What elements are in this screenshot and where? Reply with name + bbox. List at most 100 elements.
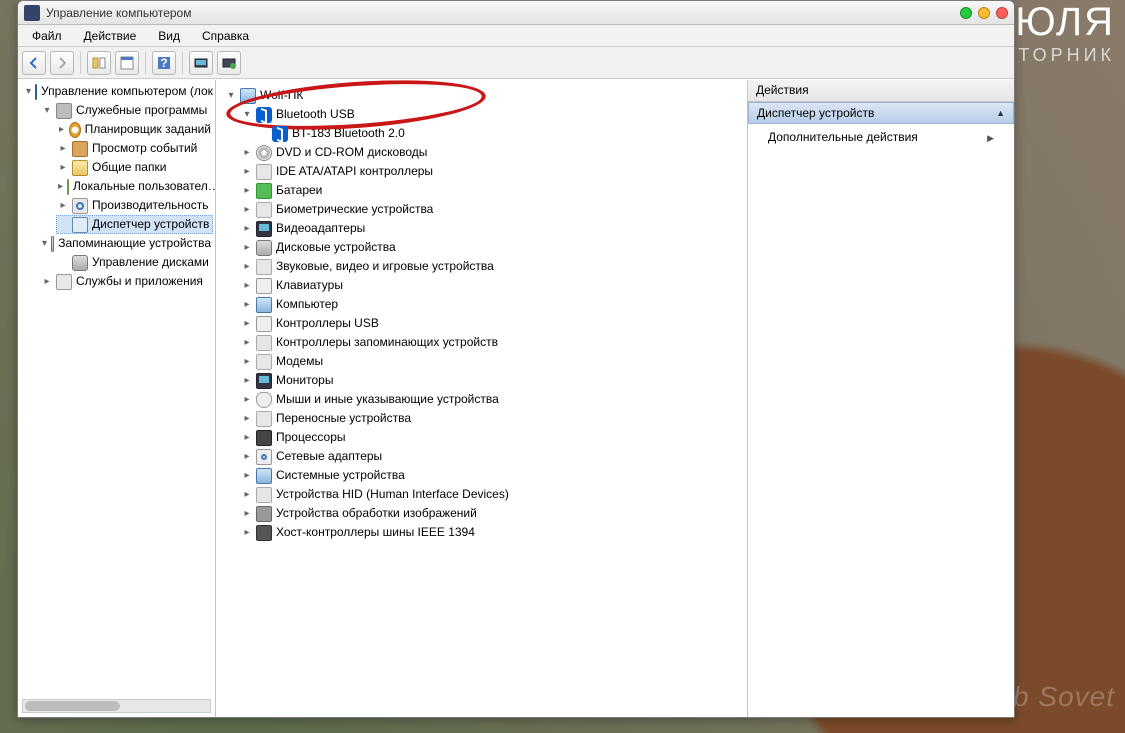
tree-disk-management[interactable]: Управление дисками [56,253,213,272]
computer-icon [240,88,256,104]
device-portable[interactable]: Переносные устройства [240,409,743,428]
scan-hardware-button[interactable] [189,51,213,75]
tree-performance[interactable]: Производительность [56,196,213,215]
device-processors[interactable]: Процессоры [240,428,743,447]
device-display-adapters[interactable]: Видеоадаптеры [240,219,743,238]
titlebar[interactable]: Управление компьютером [18,1,1014,25]
device-ide[interactable]: IDE ATA/ATAPI контроллеры [240,162,743,181]
label: Устройства HID (Human Interface Devices) [276,486,509,503]
menu-file[interactable]: Файл [22,27,72,45]
device-mice[interactable]: Мыши и иные указывающие устройства [240,390,743,409]
services-icon [56,274,72,290]
tree-shared-folders[interactable]: Общие папки [56,158,213,177]
tree-local-users[interactable]: Локальные пользовател… [56,177,213,196]
close-button[interactable] [996,7,1008,19]
computer-management-window: Управление компьютером Файл Действие Вид… [17,0,1015,718]
label: Контроллеры запоминающих устройств [276,334,498,351]
menu-action[interactable]: Действие [74,27,147,45]
actions-section-title[interactable]: Диспетчер устройств ▲ [748,102,1014,124]
device-root[interactable]: Wolf-ПК [224,86,743,105]
svg-text:?: ? [160,56,167,70]
label: Общие папки [92,159,166,176]
device-biometric[interactable]: Биометрические устройства [240,200,743,219]
display-icon [256,221,272,237]
tree-system-tools[interactable]: Служебные программы [40,101,213,120]
label: Клавиатуры [276,277,343,294]
tree-event-viewer[interactable]: Просмотр событий [56,139,213,158]
sound-icon [256,259,272,275]
device-hid[interactable]: Устройства HID (Human Interface Devices) [240,485,743,504]
more-actions-item[interactable]: Дополнительные действия [748,124,1014,150]
label: Сетевые адаптеры [276,448,382,465]
tree-device-manager[interactable]: Диспетчер устройств [56,215,213,234]
device-dvd[interactable]: DVD и CD-ROM дисководы [240,143,743,162]
menu-help[interactable]: Справка [192,27,259,45]
separator [182,52,183,74]
maximize-button[interactable] [978,7,990,19]
collapse-icon: ▲ [996,108,1005,118]
cpu-icon [256,430,272,446]
ide-icon [256,164,272,180]
scan-hardware-changes-button[interactable] [217,51,241,75]
scrollbar-thumb[interactable] [25,701,120,711]
separator [145,52,146,74]
forward-button[interactable] [50,51,74,75]
device-1394[interactable]: Хост-контроллеры шины IEEE 1394 [240,523,743,542]
device-system[interactable]: Системные устройства [240,466,743,485]
device-tree[interactable]: Wolf-ПК Bluetooth USB BT-183 Bluetooth 2… [218,84,745,544]
label: Процессоры [276,429,346,446]
keyboard-icon [256,278,272,294]
label: Мыши и иные указывающие устройства [276,391,499,408]
tree-task-scheduler[interactable]: Планировщик заданий [56,120,213,139]
show-hide-tree-button[interactable] [87,51,111,75]
back-button[interactable] [22,51,46,75]
device-keyboards[interactable]: Клавиатуры [240,276,743,295]
tree-root[interactable]: Управление компьютером (лок [24,82,213,101]
tree-storage[interactable]: Запоминающие устройства [40,234,213,253]
console-tree-pane: Управление компьютером (лок Служебные пр… [18,80,216,717]
label: Биометрические устройства [276,201,433,218]
label: Служебные программы [76,102,207,119]
performance-icon [72,198,88,214]
folder-icon [72,160,88,176]
ieee1394-icon [256,525,272,541]
biometric-icon [256,202,272,218]
label: Локальные пользовател… [73,178,216,195]
properties-button[interactable] [115,51,139,75]
horizontal-scrollbar[interactable] [22,699,211,713]
device-usb-controllers[interactable]: Контроллеры USB [240,314,743,333]
help-button[interactable]: ? [152,51,176,75]
menubar: Файл Действие Вид Справка [18,25,1014,47]
usb-icon [256,316,272,332]
tree-services-apps[interactable]: Службы и приложения [40,272,213,291]
label: Дисковые устройства [276,239,396,256]
menu-view[interactable]: Вид [148,27,190,45]
device-batteries[interactable]: Батареи [240,181,743,200]
device-manager-icon [72,217,88,233]
device-computer[interactable]: Компьютер [240,295,743,314]
window-controls [960,7,1008,19]
device-bt183[interactable]: BT-183 Bluetooth 2.0 [256,124,743,143]
label: Диспетчер устройств [92,216,209,233]
minimize-button[interactable] [960,7,972,19]
label: Дополнительные действия [768,130,918,144]
tree-root-label: Управление компьютером (лок [41,83,213,100]
tools-icon [56,103,72,119]
device-sound[interactable]: Звуковые, видео и игровые устройства [240,257,743,276]
device-storage-controllers[interactable]: Контроллеры запоминающих устройств [240,333,743,352]
label: Видеоадаптеры [276,220,365,237]
device-disk-drives[interactable]: Дисковые устройства [240,238,743,257]
device-modems[interactable]: Модемы [240,352,743,371]
label: Мониторы [276,372,333,389]
device-network-adapters[interactable]: Сетевые адаптеры [240,447,743,466]
storage-icon [51,236,54,252]
label: Bluetooth USB [276,106,355,123]
separator [80,52,81,74]
disk-icon [256,240,272,256]
monitor-icon [256,373,272,389]
device-bluetooth[interactable]: Bluetooth USB [240,105,743,124]
device-imaging[interactable]: Устройства обработки изображений [240,504,743,523]
device-monitors[interactable]: Мониторы [240,371,743,390]
console-tree[interactable]: Управление компьютером (лок Служебные пр… [18,80,215,293]
label: Модемы [276,353,323,370]
